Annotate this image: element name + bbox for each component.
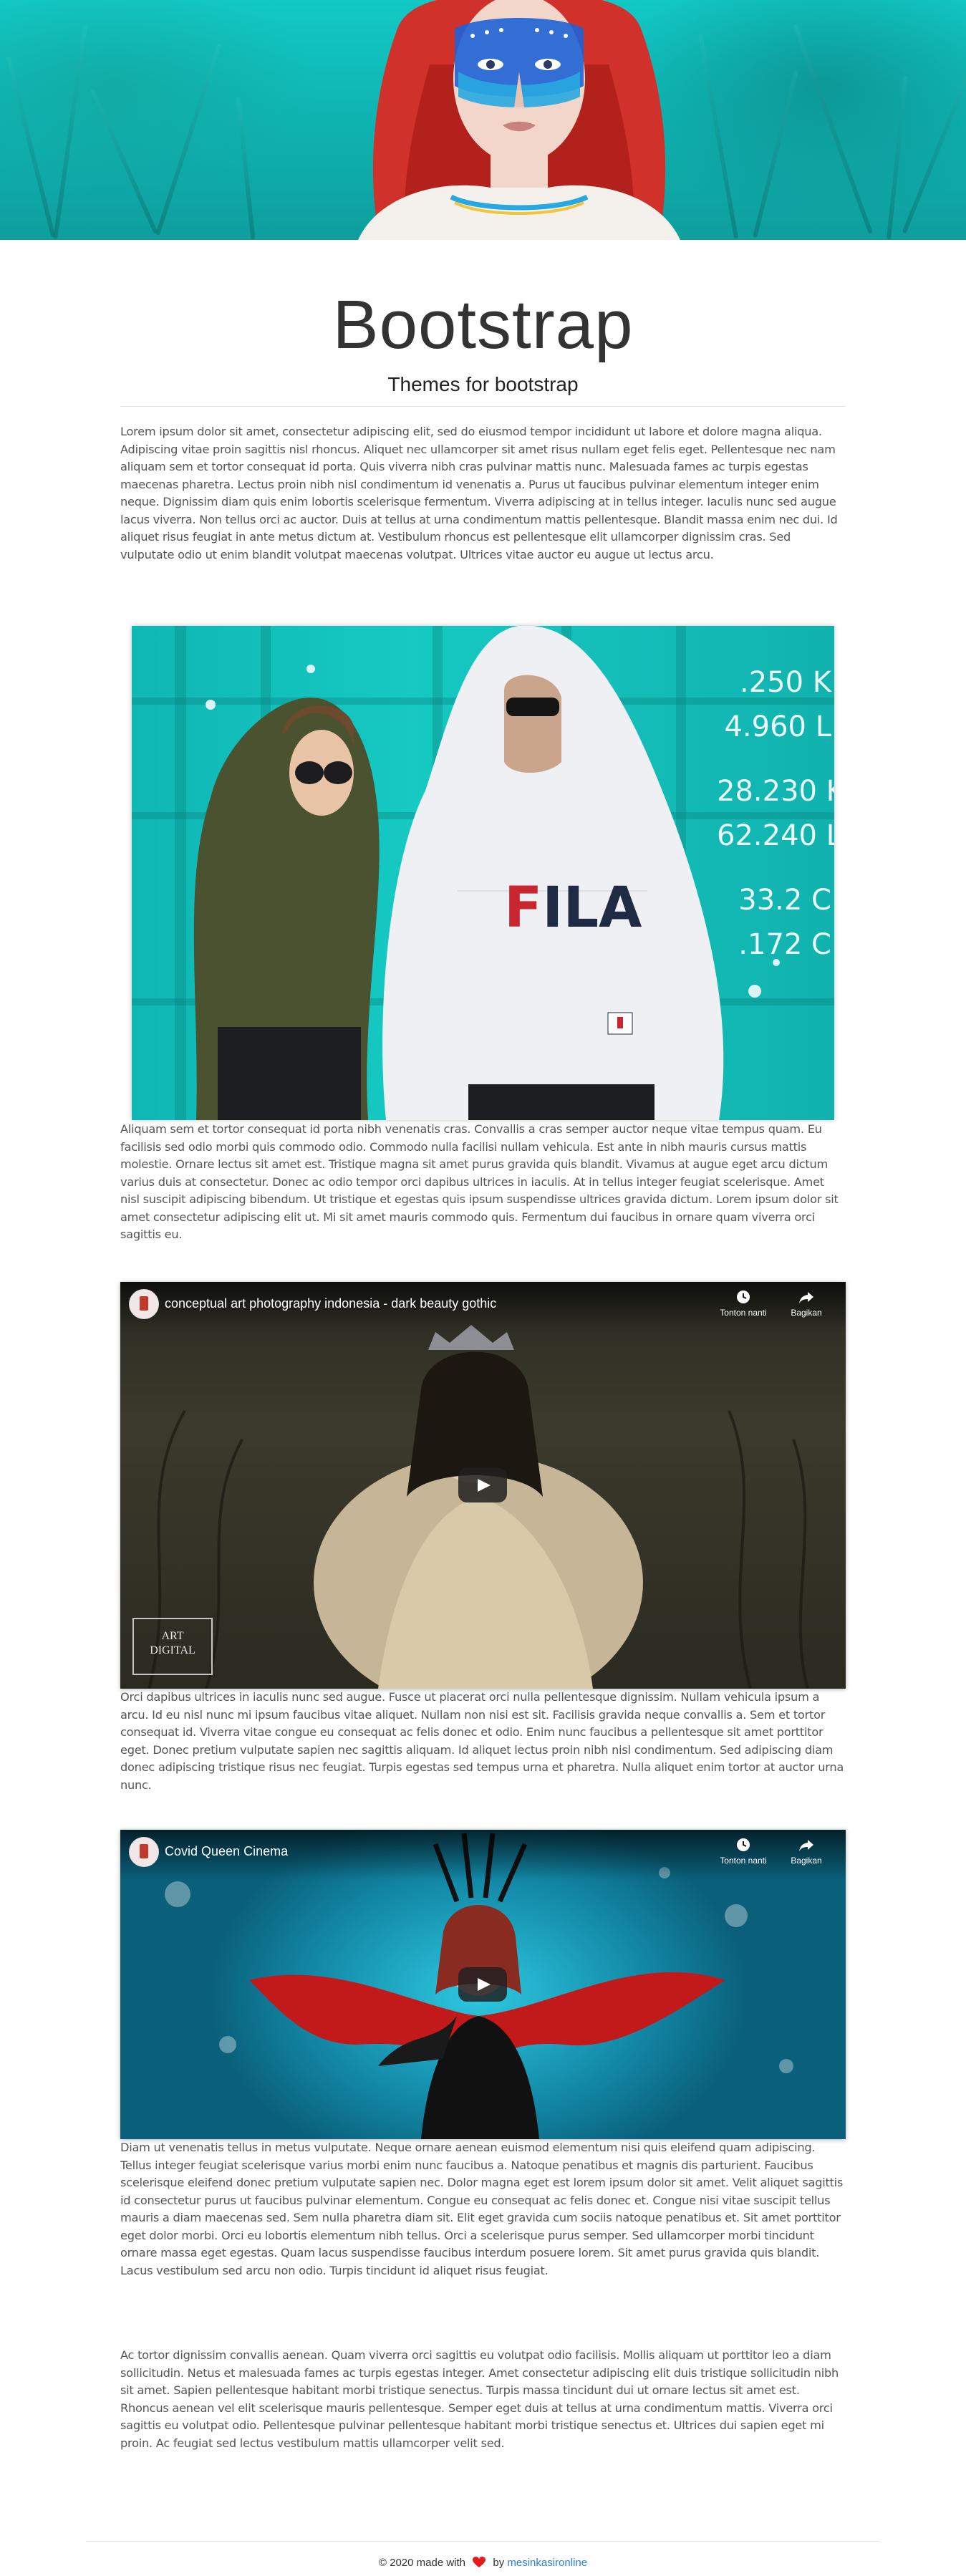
grass-blade — [902, 52, 966, 234]
channel-avatar[interactable] — [129, 1289, 159, 1319]
grass-blade — [90, 88, 158, 234]
page-subtitle: Themes for bootstrap — [387, 373, 579, 395]
share-arrow-icon — [799, 1840, 813, 1851]
fila-logo-text: FILA — [504, 876, 642, 940]
footer-link[interactable]: mesinkasironline — [507, 2557, 587, 2569]
video-title[interactable]: Covid Queen Cinema — [165, 1844, 288, 1859]
share-button[interactable]: Bagikan — [778, 1289, 835, 1318]
share-label: Bagikan — [791, 1856, 822, 1866]
grass-blade — [793, 24, 873, 234]
share-label: Bagikan — [791, 1308, 822, 1318]
grass-blade — [236, 97, 256, 240]
container-number: .172 C — [738, 928, 831, 961]
clock-icon — [737, 1291, 750, 1303]
footer: © 2020 made with by mesinkasironline — [0, 2557, 966, 2569]
grass-blade — [53, 26, 87, 239]
youtube-embed-1[interactable]: ART DIGITAL conceptual art photography i… — [120, 1282, 846, 1689]
watch-later-button[interactable]: Tonton nanti — [715, 1837, 772, 1866]
share-arrow-icon — [799, 1292, 813, 1303]
container-number: 33.2 C — [738, 884, 831, 917]
fashion-photo: FILA .250 K 4.960 L 28.230 K 62.240 L 33… — [132, 626, 834, 1120]
body-paragraph: Orci dapibus ultrices in iaculis nunc se… — [120, 1690, 844, 1792]
watch-later-label: Tonton nanti — [720, 1856, 767, 1866]
container-number: 28.230 K — [717, 775, 834, 808]
video-title[interactable]: conceptual art photography indonesia - d… — [165, 1296, 496, 1311]
page-title: Bootstrap — [332, 286, 634, 363]
header-divider — [120, 406, 846, 407]
container-numbers: .250 K 4.960 L 28.230 K 62.240 L 33.2 C … — [717, 660, 834, 967]
youtube-embed-2[interactable]: Covid Queen Cinema Tonton nanti Bagikan — [120, 1830, 846, 2139]
play-button[interactable] — [458, 1967, 507, 2002]
footer-text: © 2020 made with — [378, 2557, 466, 2569]
footer-divider — [86, 2541, 880, 2542]
watermark-line: DIGITAL — [150, 1644, 195, 1656]
channel-avatar[interactable] — [129, 1837, 159, 1867]
grass-blade — [155, 43, 222, 236]
art-digital-watermark: ART DIGITAL — [140, 1629, 205, 1658]
play-button[interactable] — [458, 1468, 507, 1502]
hero-woman-portrait — [358, 0, 680, 240]
grass-blade — [753, 69, 798, 238]
container-number: 62.240 L — [717, 819, 834, 852]
body-paragraph: Lorem ipsum dolor sit amet, consectetur … — [120, 425, 838, 561]
grass-blade — [886, 75, 909, 240]
watermark-line: ART — [161, 1630, 184, 1642]
body-paragraph: Aliquam sem et tortor consequat id porta… — [120, 1122, 839, 1241]
watch-later-label: Tonton nanti — [720, 1308, 767, 1318]
body-paragraph: Diam ut venenatis tellus in metus vulput… — [120, 2141, 844, 2277]
clock-icon — [737, 1838, 750, 1851]
grass-blade — [6, 56, 56, 238]
grass-blade — [697, 33, 739, 239]
hero-banner — [0, 0, 966, 240]
share-button[interactable]: Bagikan — [778, 1837, 835, 1866]
container-number: 4.960 L — [724, 710, 831, 743]
heart-icon — [473, 2557, 486, 2567]
watch-later-button[interactable]: Tonton nanti — [715, 1289, 772, 1318]
footer-text: by — [493, 2557, 505, 2569]
container-number: .250 K — [739, 666, 831, 699]
body-paragraph: Ac tortor dignissim convallis aenean. Qu… — [120, 2348, 839, 2450]
